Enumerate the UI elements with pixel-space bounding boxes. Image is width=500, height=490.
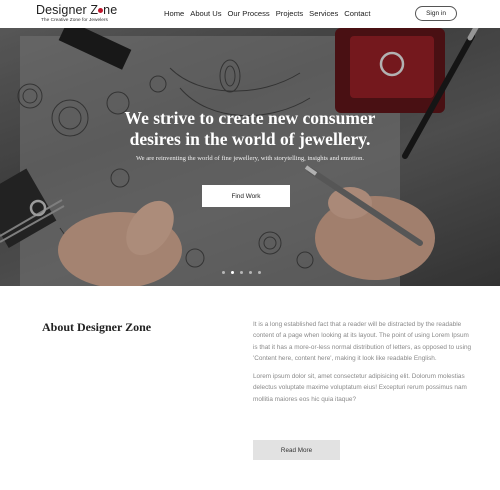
nav-home[interactable]: Home [164,9,184,18]
logo-tagline: The Creative Zone for Jewelers [41,18,108,23]
slider-dot[interactable] [222,271,225,274]
slider-dot[interactable] [249,271,252,274]
nav-projects[interactable]: Projects [276,9,303,18]
about-title: About Designer Zone [42,320,152,334]
slider-dots [222,271,261,274]
nav-about-us[interactable]: About Us [190,9,221,18]
logo-title: Designer Zne [36,3,118,17]
read-more-button[interactable]: Read More [253,440,340,460]
about-paragraph-1: It is a long established fact that a rea… [253,321,472,362]
logo[interactable]: Designer Zne The Creative Zone for Jewel… [36,3,126,24]
sign-in-button[interactable]: Sign in [415,6,457,21]
nav-our-process[interactable]: Our Process [228,9,270,18]
slider-dot[interactable] [240,271,243,274]
main-nav: Home About Us Our Process Projects Servi… [164,9,370,18]
site-header: Designer Zne The Creative Zone for Jewel… [0,0,500,28]
about-paragraph-2: Lorem ipsum dolor sit, amet consectetur … [253,373,467,403]
slider-dot-active[interactable] [231,271,234,274]
hero-title: We strive to create new consumer desires… [124,108,376,149]
hero-banner: We strive to create new consumer desires… [0,28,500,286]
about-text: It is a long established fact that a rea… [253,319,473,405]
hero-subtitle: We are reinventing the world of fine jew… [135,155,365,162]
slider-dot[interactable] [258,271,261,274]
nav-services[interactable]: Services [309,9,338,18]
find-work-button[interactable]: Find Work [202,185,290,207]
nav-contact[interactable]: Contact [344,9,370,18]
